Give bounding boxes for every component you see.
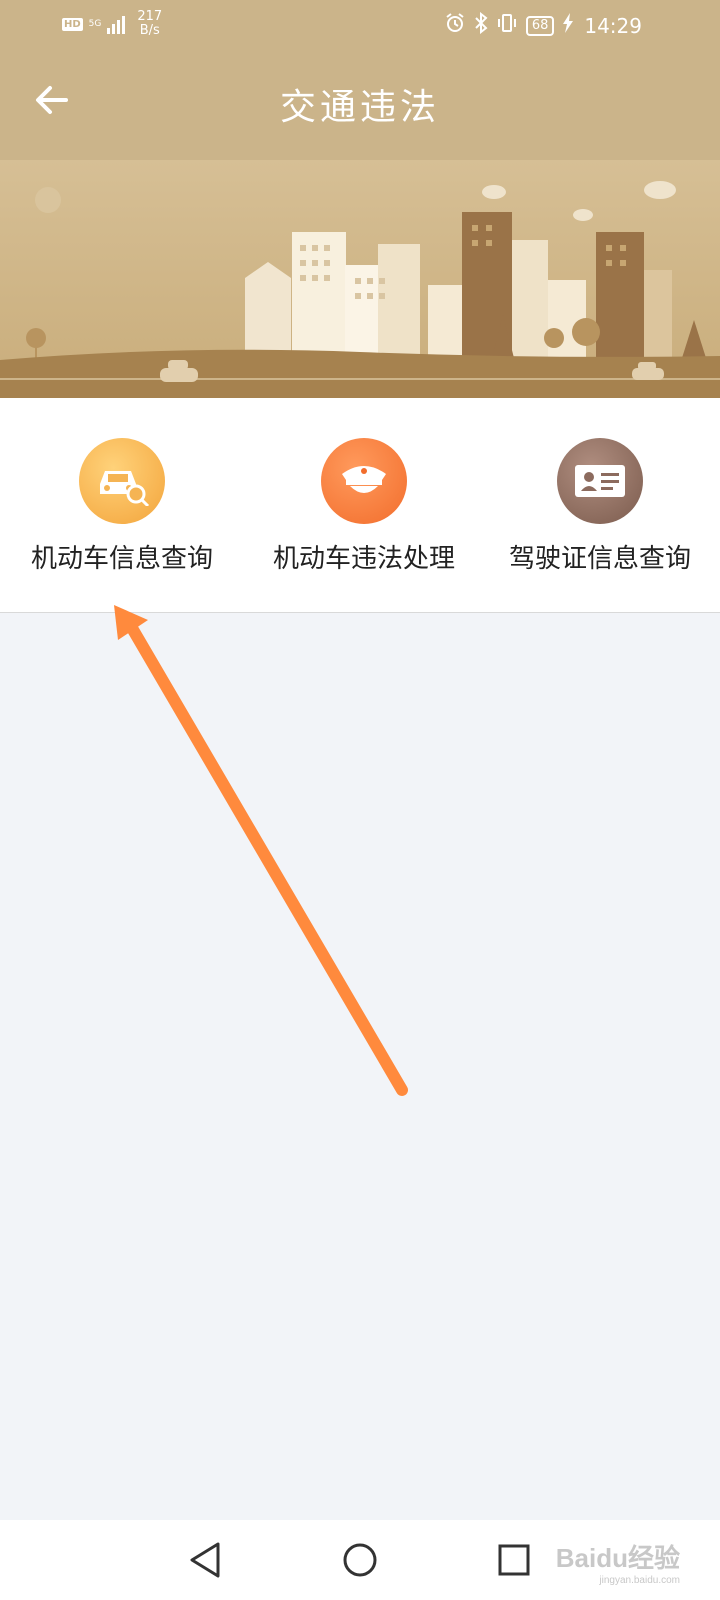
id-card-icon: [557, 438, 643, 524]
vehicle-violation-handling-button[interactable]: 机动车违法处理: [244, 438, 484, 575]
network-speed: 217 B/s: [137, 10, 162, 38]
hd-badge: HD: [62, 17, 83, 31]
police-cap-icon: [321, 438, 407, 524]
watermark: Baidu经验 jingyan.baidu.com: [556, 1538, 680, 1586]
bluetooth-icon: [474, 11, 488, 39]
city-banner-illustration: [0, 160, 720, 398]
service-menu: 机动车信息查询 机动车违法处理 驾驶证信息查询: [0, 398, 720, 613]
app-header: 交通违法: [0, 50, 720, 160]
circle-home-icon: [343, 1543, 377, 1577]
signal-icon: [107, 14, 126, 34]
network-type: 5G: [88, 19, 102, 29]
vehicle-info-query-button[interactable]: 机动车信息查询: [2, 438, 242, 575]
driver-license-query-label: 驾驶证信息查询: [508, 544, 691, 574]
status-left: HD 5G 217 B/s: [62, 10, 162, 38]
battery-icon: 68: [525, 15, 555, 36]
watermark-brand: Baidu经验: [555, 1543, 680, 1573]
square-recents-icon: [498, 1544, 530, 1576]
vehicle-violation-handling-label: 机动车违法处理: [272, 544, 455, 574]
vehicle-info-query-label: 机动车信息查询: [30, 544, 213, 574]
speed-unit: B/s: [139, 23, 160, 38]
nav-back-button[interactable]: [186, 1540, 226, 1580]
nav-recents-button[interactable]: [494, 1540, 534, 1580]
alarm-icon: [444, 12, 466, 39]
car-search-icon: [79, 438, 165, 524]
speed-value: 217: [137, 9, 163, 24]
nav-home-button[interactable]: [340, 1540, 380, 1580]
status-bar: HD 5G 217 B/s 68 14:29: [0, 0, 720, 50]
clock: 14:29: [584, 13, 642, 38]
page-title: 交通违法: [279, 87, 440, 128]
system-nav-bar: Baidu经验 jingyan.baidu.com: [0, 1520, 720, 1600]
triangle-back-icon: [190, 1542, 220, 1578]
charging-icon: [562, 13, 574, 38]
vibrate-icon: [496, 12, 518, 39]
status-right: 68 14:29: [444, 11, 642, 39]
driver-license-query-button[interactable]: 驾驶证信息查询: [480, 438, 720, 575]
watermark-url: jingyan.baidu.com: [599, 1575, 680, 1586]
